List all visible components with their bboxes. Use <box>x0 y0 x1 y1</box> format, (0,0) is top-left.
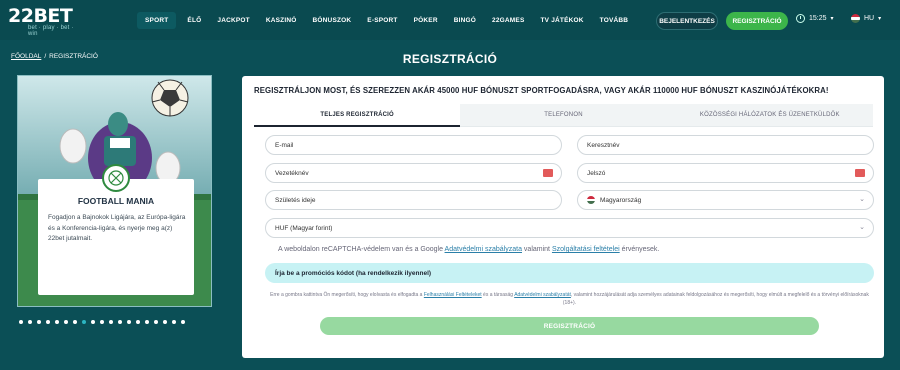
carousel-dot[interactable] <box>28 320 32 324</box>
register-button[interactable]: REGISZTRÁCIÓ <box>726 12 788 30</box>
breadcrumb-separator: / <box>44 53 47 60</box>
tab-full-registration[interactable]: TELJES REGISZTRÁCIÓ <box>254 104 461 127</box>
privacy-policy-link[interactable]: Adatvédelmi szabályzata <box>445 246 522 253</box>
language-code: HU <box>864 15 875 22</box>
tab-social[interactable]: KÖZÖSSÉGI HÁLÓZATOK ÉS ÜZENETKÜLDŐK <box>666 104 873 127</box>
first-name-placeholder: Keresztnév <box>587 141 620 149</box>
carousel-dot[interactable] <box>64 320 68 324</box>
chevron-down-icon: ⌄ <box>859 196 865 203</box>
birth-date-placeholder: Születés ideje <box>275 196 316 204</box>
nav-item-8[interactable]: 22GAMES <box>484 12 532 29</box>
promo-code-field[interactable]: Írja be a promóciós kódot (ha rendelkezi… <box>265 263 874 283</box>
promo-description: Fogadjon a Bajnokok Ligájára, az Európa-… <box>48 214 186 242</box>
time-display: 15:25 <box>809 15 827 22</box>
country-value: Magyarország <box>600 196 642 204</box>
clock-icon <box>796 14 805 23</box>
breadcrumb: FŐOLDAL / REGISZTRÁCIÓ <box>11 53 98 60</box>
submit-registration-button[interactable]: REGISZTRÁCIÓ <box>320 317 819 335</box>
carousel-dot[interactable] <box>181 320 185 324</box>
registration-form: REGISZTRÁLJON MOST, ÉS SZEREZZEN AKÁR 45… <box>242 76 884 358</box>
carousel-dot[interactable] <box>100 320 104 324</box>
carousel-dot[interactable] <box>118 320 122 324</box>
carousel-dot[interactable] <box>19 320 23 324</box>
carousel-dot[interactable] <box>91 320 95 324</box>
top-header: 22BET bet · play · bet · win SPORT ÉLŐ JAC… <box>0 0 900 40</box>
clock: 15:25 ▾ <box>796 14 834 23</box>
nav-item-4[interactable]: BÓNUSZOK <box>305 12 360 29</box>
last-name-field[interactable]: Vezetéknév <box>265 163 562 183</box>
nav-item-7[interactable]: BINGÓ <box>446 12 484 29</box>
carousel-dot[interactable] <box>73 320 77 324</box>
country-select[interactable]: Magyarország ⌄ <box>577 190 874 210</box>
language-selector[interactable]: HU ▾ <box>851 14 881 23</box>
legal-text: és a társaság <box>481 292 515 298</box>
promo-title: FOOTBALL MANIA <box>77 196 155 206</box>
tab-phone[interactable]: TELEFONON <box>460 104 667 127</box>
recaptcha-notice: A weboldalon reCAPTCHA-védelem van és a … <box>278 246 659 253</box>
brand-logo[interactable]: 22BET bet · play · bet · win <box>8 5 78 37</box>
terms-link[interactable]: Felhasználási Feltételeket <box>424 292 482 298</box>
autofill-icon <box>855 169 865 177</box>
carousel-dots <box>19 320 185 324</box>
email-field[interactable]: E-mail <box>265 135 562 155</box>
promo-code-placeholder: Írja be a promóciós kódot (ha rendelkezi… <box>275 269 432 277</box>
promo-info-panel: FOOTBALL MANIA Fogadjon a Bajnokok Ligáj… <box>38 164 194 295</box>
carousel-dot[interactable] <box>136 320 140 324</box>
breadcrumb-current: REGISZTRÁCIÓ <box>49 53 98 60</box>
currency-value: HUF (Magyar forint) <box>275 224 333 232</box>
chevron-down-icon: ▾ <box>878 16 882 22</box>
carousel-dot[interactable] <box>46 320 50 324</box>
carousel-dot[interactable] <box>154 320 158 324</box>
carousel-dot[interactable] <box>163 320 167 324</box>
registration-tabs: TELJES REGISZTRÁCIÓ TELEFONON KÖZÖSSÉGI … <box>254 104 873 127</box>
recaptcha-text: érvényesek. <box>619 246 660 253</box>
nav-item-10[interactable]: TOVÁBB <box>592 12 637 29</box>
carousel-dot[interactable] <box>172 320 176 324</box>
carousel-dot[interactable] <box>127 320 131 324</box>
privacy-link[interactable]: Adatvédelmi szabályzatát <box>514 292 571 298</box>
login-button[interactable]: BEJELENTKEZÉS <box>656 12 718 30</box>
carousel-dot[interactable] <box>145 320 149 324</box>
page-title: REGISZTRÁCIÓ <box>402 52 498 66</box>
nav-item-3[interactable]: KASZINÓ <box>258 12 305 29</box>
autofill-icon <box>543 169 553 177</box>
chevron-down-icon[interactable]: ▾ <box>831 15 834 22</box>
logo-tagline: bet · play · bet · win <box>28 25 74 37</box>
first-name-field[interactable]: Keresztnév <box>577 135 874 155</box>
nav-item-6[interactable]: PÓKER <box>406 12 446 29</box>
last-name-placeholder: Vezetéknév <box>275 169 309 177</box>
form-headline: REGISZTRÁLJON MOST, ÉS SZEREZZEN AKÁR 45… <box>254 86 829 95</box>
password-field[interactable]: Jelszó <box>577 163 874 183</box>
recaptcha-text: A weboldalon reCAPTCHA-védelem van és a … <box>278 246 445 253</box>
email-placeholder: E-mail <box>275 141 294 149</box>
nav-item-5[interactable]: E-SPORT <box>359 12 405 29</box>
logo-text: 22BET <box>8 5 73 27</box>
currency-select[interactable]: HUF (Magyar forint) ⌄ <box>265 218 874 238</box>
terms-of-service-link[interactable]: Szolgáltatási feltételei <box>552 246 620 253</box>
carousel-dot[interactable] <box>55 320 59 324</box>
main-nav: SPORT ÉLŐ JACKPOT KASZINÓ BÓNUSZOK E-SPORT PÓK… <box>137 11 636 29</box>
flag-hungary-icon <box>587 196 595 204</box>
chevron-down-icon: ⌄ <box>859 224 865 231</box>
birth-date-field[interactable]: Születés ideje <box>265 190 562 210</box>
legal-notice: Erre a gombra kattintva Ön megerősíti, h… <box>265 292 874 307</box>
nav-item-1[interactable]: ÉLŐ <box>179 12 209 29</box>
flag-hungary-icon <box>851 14 860 23</box>
recaptcha-text: valamint <box>521 246 552 253</box>
promo-card[interactable]: FOOTBALL MANIA Fogadjon a Bajnokok Ligáj… <box>17 75 212 307</box>
legal-text: , valamint hozzájárulását adja személyes… <box>562 292 869 306</box>
nav-item-2[interactable]: JACKPOT <box>209 12 257 29</box>
carousel-dot[interactable] <box>109 320 113 324</box>
breadcrumb-home-link[interactable]: FŐOLDAL <box>11 53 41 60</box>
carousel-dot[interactable] <box>82 320 86 324</box>
password-placeholder: Jelszó <box>587 169 606 177</box>
football-badge-icon <box>102 164 130 192</box>
legal-text: Erre a gombra kattintva Ön megerősíti, h… <box>270 292 424 298</box>
nav-item-0[interactable]: SPORT <box>137 11 177 29</box>
nav-item-9[interactable]: TV JÁTÉKOK <box>533 12 592 29</box>
carousel-dot[interactable] <box>37 320 41 324</box>
